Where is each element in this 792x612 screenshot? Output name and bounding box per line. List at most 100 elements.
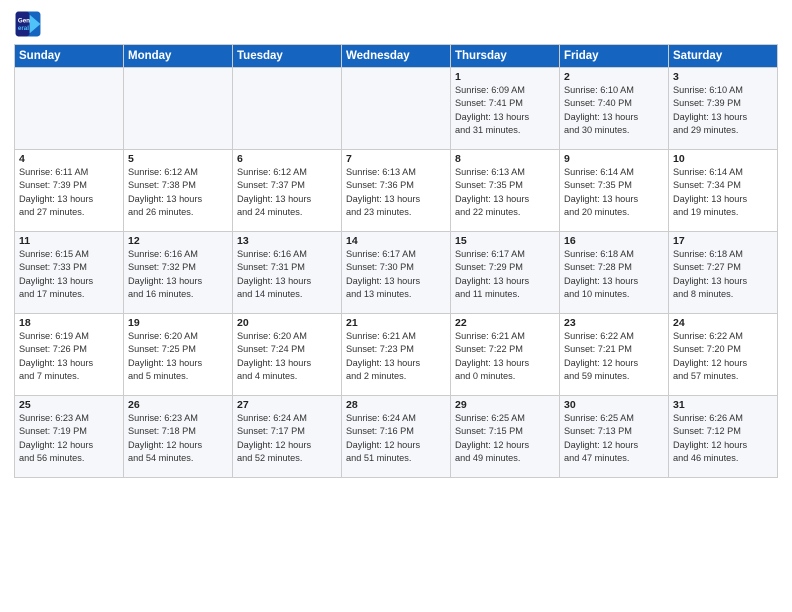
day-info: Sunrise: 6:16 AM Sunset: 7:32 PM Dayligh… [128, 248, 228, 301]
calendar-cell: 17Sunrise: 6:18 AM Sunset: 7:27 PM Dayli… [669, 232, 778, 314]
day-number: 7 [346, 153, 446, 165]
day-info: Sunrise: 6:21 AM Sunset: 7:22 PM Dayligh… [455, 330, 555, 383]
weekday-header-saturday: Saturday [669, 45, 778, 68]
day-number: 28 [346, 399, 446, 411]
week-row-3: 11Sunrise: 6:15 AM Sunset: 7:33 PM Dayli… [15, 232, 778, 314]
day-info: Sunrise: 6:13 AM Sunset: 7:36 PM Dayligh… [346, 166, 446, 219]
day-info: Sunrise: 6:10 AM Sunset: 7:39 PM Dayligh… [673, 84, 773, 137]
calendar-cell: 22Sunrise: 6:21 AM Sunset: 7:22 PM Dayli… [451, 314, 560, 396]
day-info: Sunrise: 6:26 AM Sunset: 7:12 PM Dayligh… [673, 412, 773, 465]
calendar-cell: 21Sunrise: 6:21 AM Sunset: 7:23 PM Dayli… [342, 314, 451, 396]
day-number: 11 [19, 235, 119, 247]
calendar-cell: 10Sunrise: 6:14 AM Sunset: 7:34 PM Dayli… [669, 150, 778, 232]
day-number: 3 [673, 71, 773, 83]
calendar-cell: 3Sunrise: 6:10 AM Sunset: 7:39 PM Daylig… [669, 68, 778, 150]
calendar-cell: 25Sunrise: 6:23 AM Sunset: 7:19 PM Dayli… [15, 396, 124, 478]
svg-text:eral: eral [18, 25, 29, 32]
day-number: 6 [237, 153, 337, 165]
svg-text:Gen: Gen [18, 17, 30, 24]
page: Gen eral SundayMondayTuesdayWednesdayThu… [0, 0, 792, 612]
calendar-cell: 11Sunrise: 6:15 AM Sunset: 7:33 PM Dayli… [15, 232, 124, 314]
day-number: 16 [564, 235, 664, 247]
day-number: 21 [346, 317, 446, 329]
day-number: 30 [564, 399, 664, 411]
calendar-cell: 16Sunrise: 6:18 AM Sunset: 7:28 PM Dayli… [560, 232, 669, 314]
day-info: Sunrise: 6:12 AM Sunset: 7:38 PM Dayligh… [128, 166, 228, 219]
day-info: Sunrise: 6:23 AM Sunset: 7:18 PM Dayligh… [128, 412, 228, 465]
day-number: 5 [128, 153, 228, 165]
week-row-4: 18Sunrise: 6:19 AM Sunset: 7:26 PM Dayli… [15, 314, 778, 396]
day-info: Sunrise: 6:15 AM Sunset: 7:33 PM Dayligh… [19, 248, 119, 301]
calendar-cell: 24Sunrise: 6:22 AM Sunset: 7:20 PM Dayli… [669, 314, 778, 396]
calendar-cell: 8Sunrise: 6:13 AM Sunset: 7:35 PM Daylig… [451, 150, 560, 232]
calendar-table: SundayMondayTuesdayWednesdayThursdayFrid… [14, 44, 778, 478]
day-number: 29 [455, 399, 555, 411]
calendar-cell: 15Sunrise: 6:17 AM Sunset: 7:29 PM Dayli… [451, 232, 560, 314]
calendar-cell: 31Sunrise: 6:26 AM Sunset: 7:12 PM Dayli… [669, 396, 778, 478]
calendar-cell: 19Sunrise: 6:20 AM Sunset: 7:25 PM Dayli… [124, 314, 233, 396]
calendar-cell: 14Sunrise: 6:17 AM Sunset: 7:30 PM Dayli… [342, 232, 451, 314]
day-number: 23 [564, 317, 664, 329]
day-info: Sunrise: 6:25 AM Sunset: 7:15 PM Dayligh… [455, 412, 555, 465]
calendar-cell [233, 68, 342, 150]
calendar-cell: 23Sunrise: 6:22 AM Sunset: 7:21 PM Dayli… [560, 314, 669, 396]
weekday-header-monday: Monday [124, 45, 233, 68]
weekday-header-row: SundayMondayTuesdayWednesdayThursdayFrid… [15, 45, 778, 68]
week-row-2: 4Sunrise: 6:11 AM Sunset: 7:39 PM Daylig… [15, 150, 778, 232]
calendar-cell: 28Sunrise: 6:24 AM Sunset: 7:16 PM Dayli… [342, 396, 451, 478]
day-number: 14 [346, 235, 446, 247]
calendar-cell: 7Sunrise: 6:13 AM Sunset: 7:36 PM Daylig… [342, 150, 451, 232]
header: Gen eral [14, 10, 778, 38]
day-info: Sunrise: 6:22 AM Sunset: 7:20 PM Dayligh… [673, 330, 773, 383]
weekday-header-wednesday: Wednesday [342, 45, 451, 68]
day-info: Sunrise: 6:14 AM Sunset: 7:35 PM Dayligh… [564, 166, 664, 219]
calendar-cell [15, 68, 124, 150]
calendar-cell: 27Sunrise: 6:24 AM Sunset: 7:17 PM Dayli… [233, 396, 342, 478]
week-row-1: 1Sunrise: 6:09 AM Sunset: 7:41 PM Daylig… [15, 68, 778, 150]
day-info: Sunrise: 6:19 AM Sunset: 7:26 PM Dayligh… [19, 330, 119, 383]
calendar-cell: 20Sunrise: 6:20 AM Sunset: 7:24 PM Dayli… [233, 314, 342, 396]
day-info: Sunrise: 6:20 AM Sunset: 7:24 PM Dayligh… [237, 330, 337, 383]
day-number: 24 [673, 317, 773, 329]
day-number: 12 [128, 235, 228, 247]
weekday-header-sunday: Sunday [15, 45, 124, 68]
day-number: 31 [673, 399, 773, 411]
weekday-header-thursday: Thursday [451, 45, 560, 68]
day-info: Sunrise: 6:16 AM Sunset: 7:31 PM Dayligh… [237, 248, 337, 301]
day-info: Sunrise: 6:23 AM Sunset: 7:19 PM Dayligh… [19, 412, 119, 465]
day-info: Sunrise: 6:17 AM Sunset: 7:30 PM Dayligh… [346, 248, 446, 301]
calendar-cell: 5Sunrise: 6:12 AM Sunset: 7:38 PM Daylig… [124, 150, 233, 232]
calendar-cell: 4Sunrise: 6:11 AM Sunset: 7:39 PM Daylig… [15, 150, 124, 232]
weekday-header-friday: Friday [560, 45, 669, 68]
calendar-cell: 9Sunrise: 6:14 AM Sunset: 7:35 PM Daylig… [560, 150, 669, 232]
week-row-5: 25Sunrise: 6:23 AM Sunset: 7:19 PM Dayli… [15, 396, 778, 478]
calendar-cell [342, 68, 451, 150]
day-info: Sunrise: 6:13 AM Sunset: 7:35 PM Dayligh… [455, 166, 555, 219]
calendar-cell [124, 68, 233, 150]
day-number: 15 [455, 235, 555, 247]
day-info: Sunrise: 6:22 AM Sunset: 7:21 PM Dayligh… [564, 330, 664, 383]
day-number: 2 [564, 71, 664, 83]
day-number: 10 [673, 153, 773, 165]
day-number: 22 [455, 317, 555, 329]
day-info: Sunrise: 6:11 AM Sunset: 7:39 PM Dayligh… [19, 166, 119, 219]
day-info: Sunrise: 6:10 AM Sunset: 7:40 PM Dayligh… [564, 84, 664, 137]
calendar-cell: 30Sunrise: 6:25 AM Sunset: 7:13 PM Dayli… [560, 396, 669, 478]
day-info: Sunrise: 6:12 AM Sunset: 7:37 PM Dayligh… [237, 166, 337, 219]
calendar-cell: 12Sunrise: 6:16 AM Sunset: 7:32 PM Dayli… [124, 232, 233, 314]
day-number: 26 [128, 399, 228, 411]
day-number: 4 [19, 153, 119, 165]
weekday-header-tuesday: Tuesday [233, 45, 342, 68]
day-info: Sunrise: 6:21 AM Sunset: 7:23 PM Dayligh… [346, 330, 446, 383]
day-number: 17 [673, 235, 773, 247]
day-number: 18 [19, 317, 119, 329]
day-info: Sunrise: 6:18 AM Sunset: 7:28 PM Dayligh… [564, 248, 664, 301]
calendar-cell: 13Sunrise: 6:16 AM Sunset: 7:31 PM Dayli… [233, 232, 342, 314]
day-info: Sunrise: 6:09 AM Sunset: 7:41 PM Dayligh… [455, 84, 555, 137]
day-info: Sunrise: 6:24 AM Sunset: 7:17 PM Dayligh… [237, 412, 337, 465]
day-number: 8 [455, 153, 555, 165]
day-number: 9 [564, 153, 664, 165]
logo: Gen eral [14, 10, 46, 38]
day-info: Sunrise: 6:17 AM Sunset: 7:29 PM Dayligh… [455, 248, 555, 301]
day-info: Sunrise: 6:25 AM Sunset: 7:13 PM Dayligh… [564, 412, 664, 465]
